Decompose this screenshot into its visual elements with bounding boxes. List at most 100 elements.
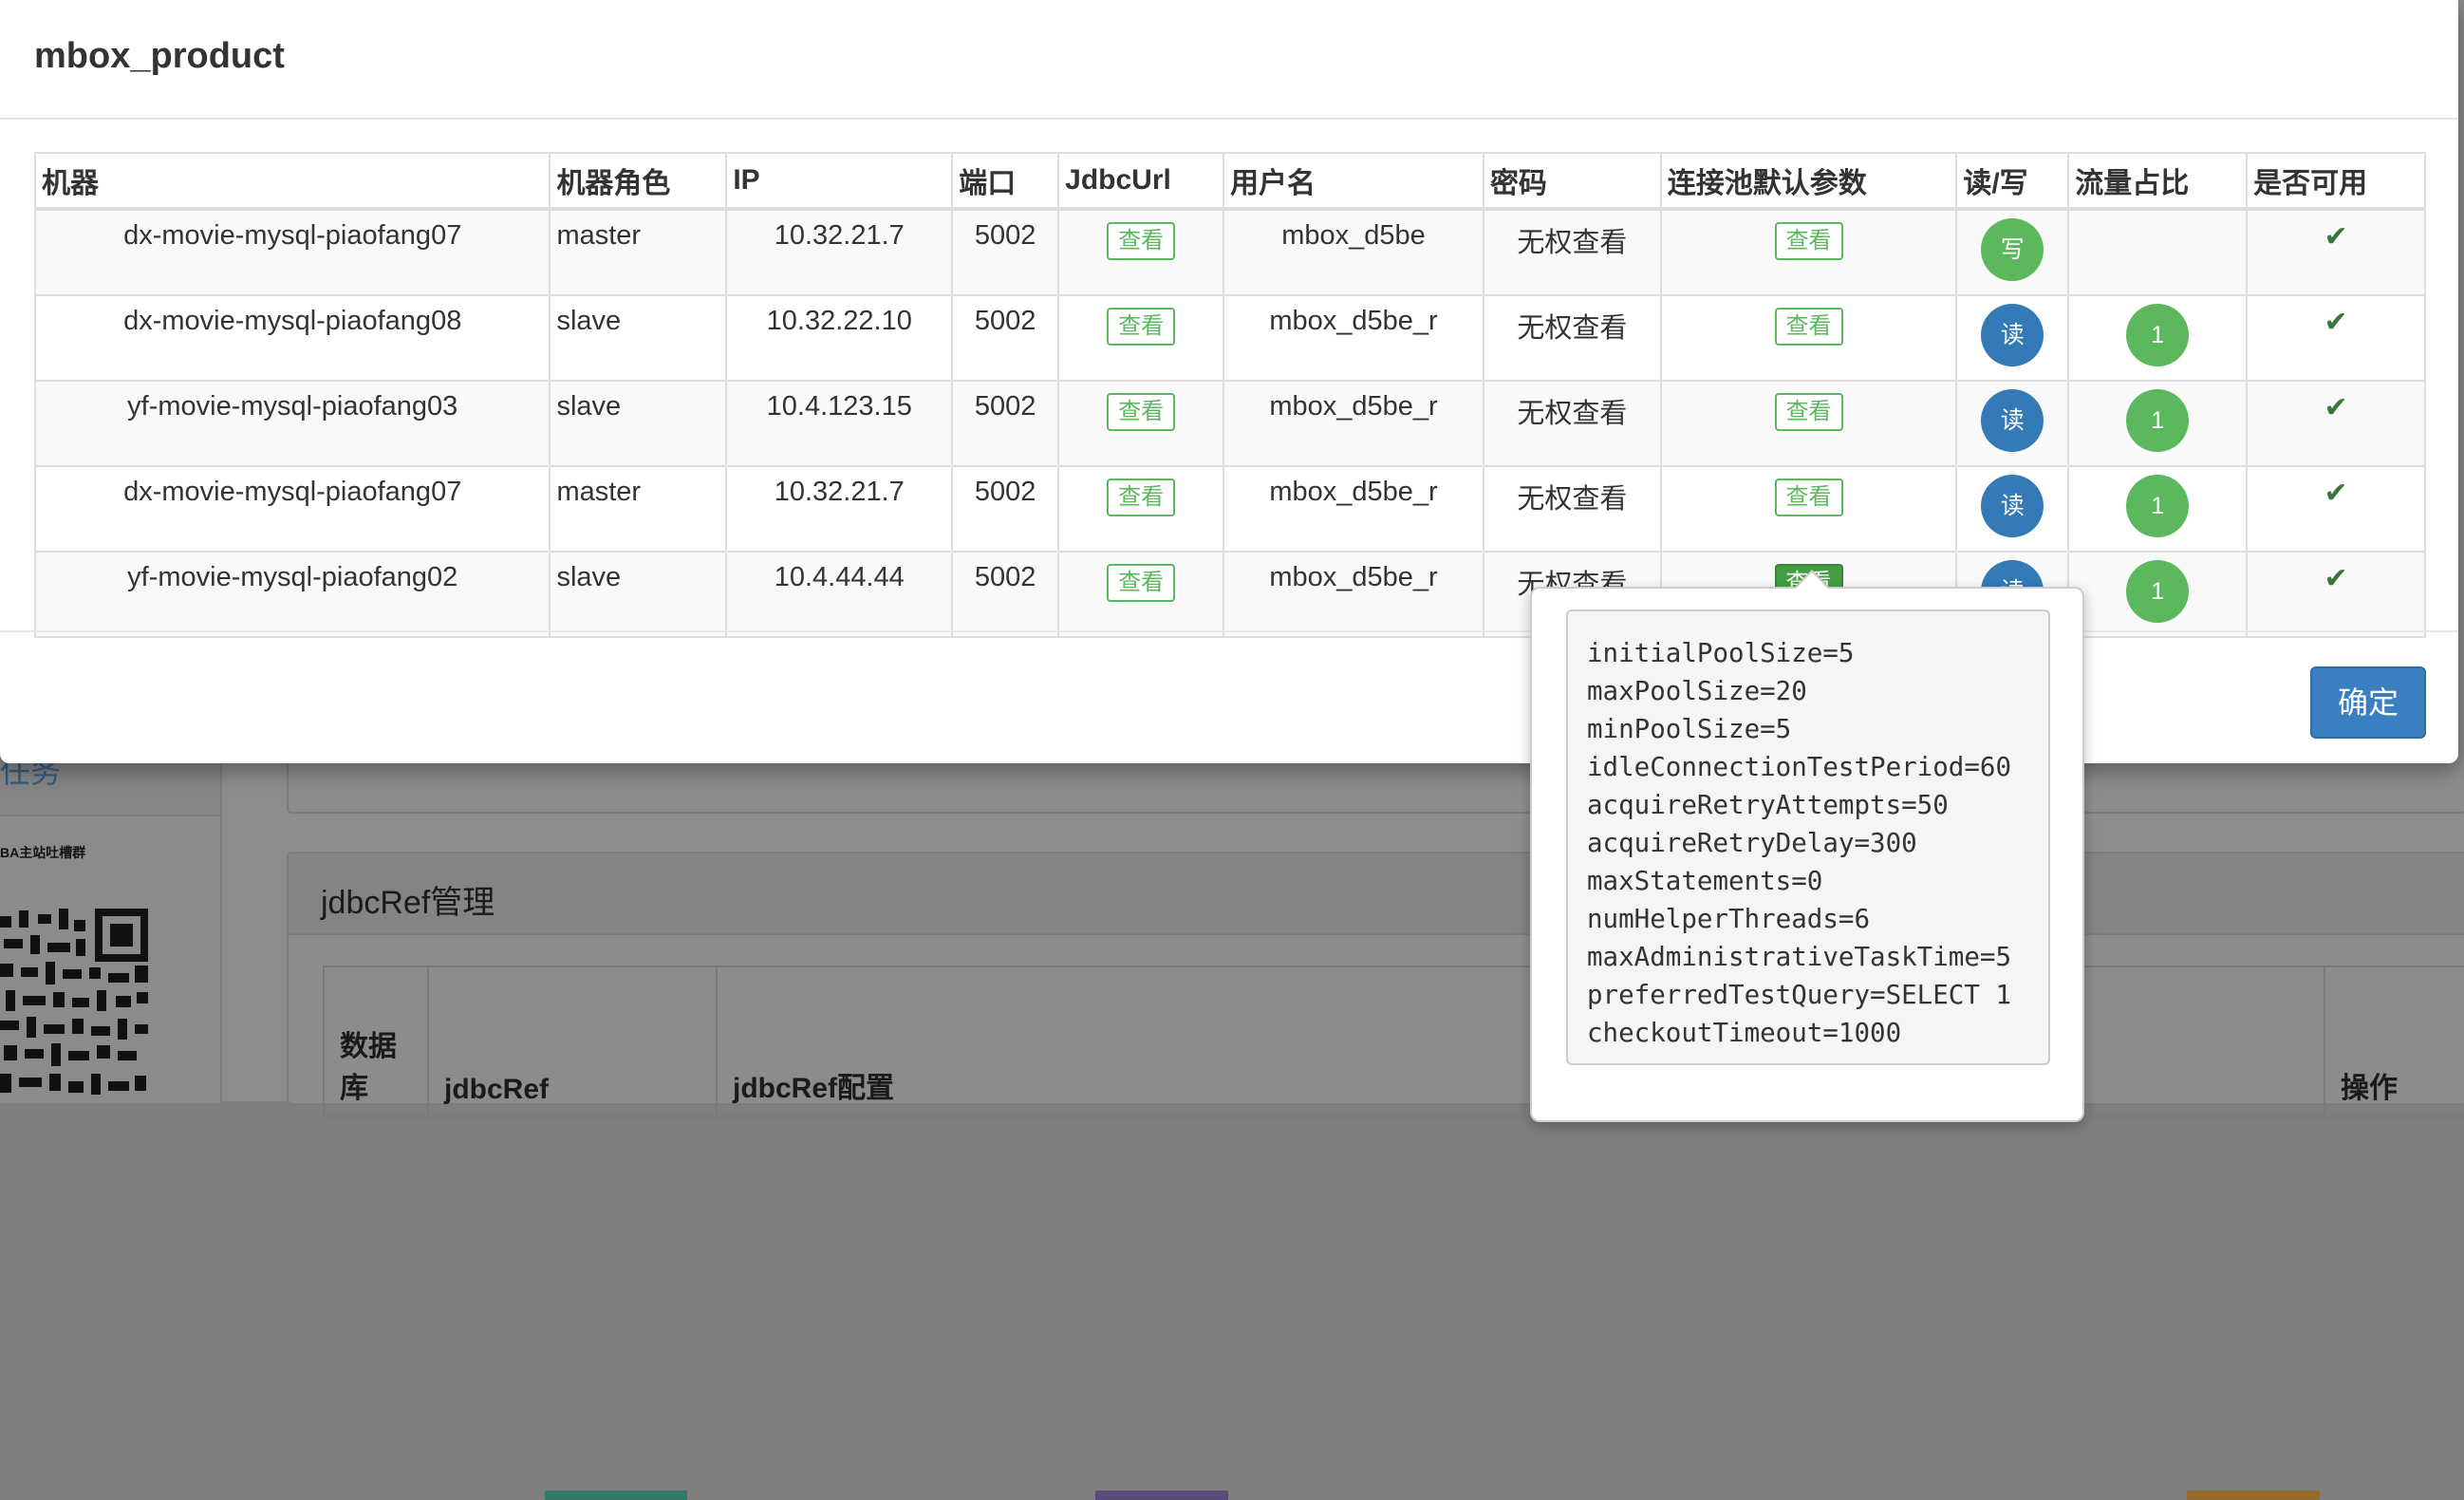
cell-password: 无权查看 — [1482, 208, 1662, 296]
cell-username: mbox_d5be_r — [1223, 294, 1484, 382]
check-icon: ✔ — [2324, 392, 2348, 423]
cell-available: ✔ — [2246, 551, 2426, 638]
traffic-badge: 1 — [2126, 304, 2190, 366]
bg-jdbcref-panel: jdbcRef管理 数据库 jdbcRef jdbcRef配置 操作 — [287, 852, 2464, 1117]
popover-arrow-inner — [1795, 572, 1829, 590]
traffic-badge: 1 — [2126, 389, 2190, 452]
modal-body: 机器 机器角色 IP 端口 JdbcUrl 用户名 密码 连接池默认参数 读/写… — [33, 152, 2426, 638]
table-row: yf-movie-mysql-piaofang03 slave 10.4.123… — [33, 380, 2426, 467]
th-machine: 机器 — [33, 152, 551, 211]
view-jdbcurl-button[interactable]: 查看 — [1107, 222, 1176, 260]
cell-port: 5002 — [951, 551, 1060, 638]
view-jdbcurl-button[interactable]: 查看 — [1107, 308, 1176, 346]
read-badge: 读 — [1981, 389, 2044, 452]
cell-port: 5002 — [951, 294, 1060, 382]
cell-available: ✔ — [2246, 208, 2426, 296]
table-header-row: 机器 机器角色 IP 端口 JdbcUrl 用户名 密码 连接池默认参数 读/写… — [33, 152, 2426, 211]
cell-machine: yf-movie-mysql-piaofang02 — [33, 551, 551, 638]
cell-machine: dx-movie-mysql-piaofang07 — [33, 465, 551, 553]
traffic-badge: 1 — [2126, 475, 2190, 537]
th-pool-params: 连接池默认参数 — [1659, 152, 1958, 211]
cell-traffic: 1 — [2067, 380, 2249, 467]
bg-jdbcref-panel-title: jdbcRef管理 — [321, 885, 495, 921]
th-username: 用户名 — [1223, 152, 1484, 211]
read-badge: 读 — [1981, 475, 2044, 537]
th-role: 机器角色 — [549, 152, 728, 211]
cell-machine: dx-movie-mysql-piaofang08 — [33, 294, 551, 382]
bg-th-actions: 操作 — [2324, 966, 2464, 1117]
bg-jdbcref-table: 数据库 jdbcRef jdbcRef配置 操作 — [323, 966, 2464, 1117]
read-badge: 读 — [1981, 304, 2044, 366]
view-pool-params-button[interactable]: 查看 — [1774, 478, 1843, 516]
modal-header: mbox_product — [0, 0, 2458, 120]
bg-th-jdbcref: jdbcRef — [427, 966, 718, 1117]
instances-table: 机器 机器角色 IP 端口 JdbcUrl 用户名 密码 连接池默认参数 读/写… — [33, 152, 2426, 638]
th-password: 密码 — [1482, 152, 1662, 211]
cell-pool-params: 查看 — [1659, 465, 1958, 553]
cell-available: ✔ — [2246, 465, 2426, 553]
view-pool-params-button[interactable]: 查看 — [1774, 393, 1843, 431]
cell-pool-params: 查看 — [1659, 208, 1958, 296]
cell-username: mbox_d5be — [1223, 208, 1484, 296]
cell-read-write: 读 — [1955, 294, 2070, 382]
pool-param-line: maxStatements=0 — [1587, 866, 1823, 896]
write-badge: 写 — [1981, 218, 2044, 281]
cell-ip: 10.4.123.15 — [725, 380, 954, 467]
cell-password: 无权查看 — [1482, 380, 1662, 467]
cell-ip: 10.32.22.10 — [725, 294, 954, 382]
cell-username: mbox_d5be_r — [1223, 380, 1484, 467]
th-traffic: 流量占比 — [2067, 152, 2249, 211]
bg-jdbcref-panel-header: jdbcRef管理 — [289, 853, 2464, 935]
table-row: dx-movie-mysql-piaofang07 master 10.32.2… — [33, 208, 2426, 296]
pool-param-line: idleConnectionTestPeriod=60 — [1587, 752, 2012, 782]
view-jdbcurl-button[interactable]: 查看 — [1107, 478, 1176, 516]
cell-pool-params: 查看 — [1659, 294, 1958, 382]
traffic-badge: 1 — [2126, 560, 2190, 623]
cell-username: mbox_d5be_r — [1223, 465, 1484, 553]
cell-port: 5002 — [951, 465, 1060, 553]
cell-password: 无权查看 — [1482, 294, 1662, 382]
qr-code-image — [0, 907, 152, 1101]
cell-available: ✔ — [2246, 380, 2426, 467]
pool-params-code: initialPoolSize=5 maxPoolSize=20 minPoolSi… — [1566, 609, 2050, 1065]
cell-pool-params: 查看 — [1659, 380, 1958, 467]
cell-jdbcurl: 查看 — [1057, 294, 1225, 382]
check-icon: ✔ — [2324, 221, 2348, 253]
view-jdbcurl-button[interactable]: 查看 — [1107, 393, 1176, 431]
cell-available: ✔ — [2246, 294, 2426, 382]
cell-ip: 10.32.21.7 — [725, 208, 954, 296]
view-pool-params-button[interactable]: 查看 — [1774, 308, 1843, 346]
cell-role: master — [549, 208, 728, 296]
pool-params-popover: initialPoolSize=5 maxPoolSize=20 minPoolSi… — [1530, 587, 2084, 1122]
cell-read-write: 写 — [1955, 208, 2070, 296]
cell-password: 无权查看 — [1482, 465, 1662, 553]
pool-param-line: acquireRetryDelay=300 — [1587, 828, 1917, 858]
cell-ip: 10.32.21.7 — [725, 465, 954, 553]
confirm-button[interactable]: 确定 — [2310, 666, 2426, 739]
cell-role: master — [549, 465, 728, 553]
pool-param-line: initialPoolSize=5 — [1587, 638, 1855, 668]
check-icon: ✔ — [2324, 307, 2348, 338]
pool-param-line: preferredTestQuery=SELECT 1 — [1587, 980, 2012, 1010]
view-jdbcurl-button[interactable]: 查看 — [1107, 564, 1176, 602]
th-port: 端口 — [951, 152, 1060, 211]
modal-title: mbox_product — [34, 36, 285, 76]
cell-role: slave — [549, 380, 728, 467]
cell-read-write: 读 — [1955, 465, 2070, 553]
pool-param-line: maxPoolSize=20 — [1587, 676, 1807, 706]
th-jdbcurl: JdbcUrl — [1057, 152, 1225, 211]
view-pool-params-button[interactable]: 查看 — [1774, 222, 1843, 260]
cell-jdbcurl: 查看 — [1057, 380, 1225, 467]
cell-role: slave — [549, 294, 728, 382]
pool-param-line: acquireRetryAttempts=50 — [1587, 790, 1949, 820]
check-icon: ✔ — [2324, 563, 2348, 594]
cell-traffic: 1 — [2067, 465, 2249, 553]
bg-qr-caption: BA主站吐槽群 — [0, 845, 86, 860]
cell-port: 5002 — [951, 380, 1060, 467]
bg-strip-purple — [1095, 1491, 1228, 1500]
th-read-write: 读/写 — [1955, 152, 2070, 211]
table-row: dx-movie-mysql-piaofang08 slave 10.32.22… — [33, 294, 2426, 382]
pool-param-line: checkoutTimeout=1000 — [1587, 1018, 1902, 1048]
pool-param-line: maxAdministrativeTaskTime=5 — [1587, 942, 2012, 972]
check-icon: ✔ — [2324, 478, 2348, 509]
